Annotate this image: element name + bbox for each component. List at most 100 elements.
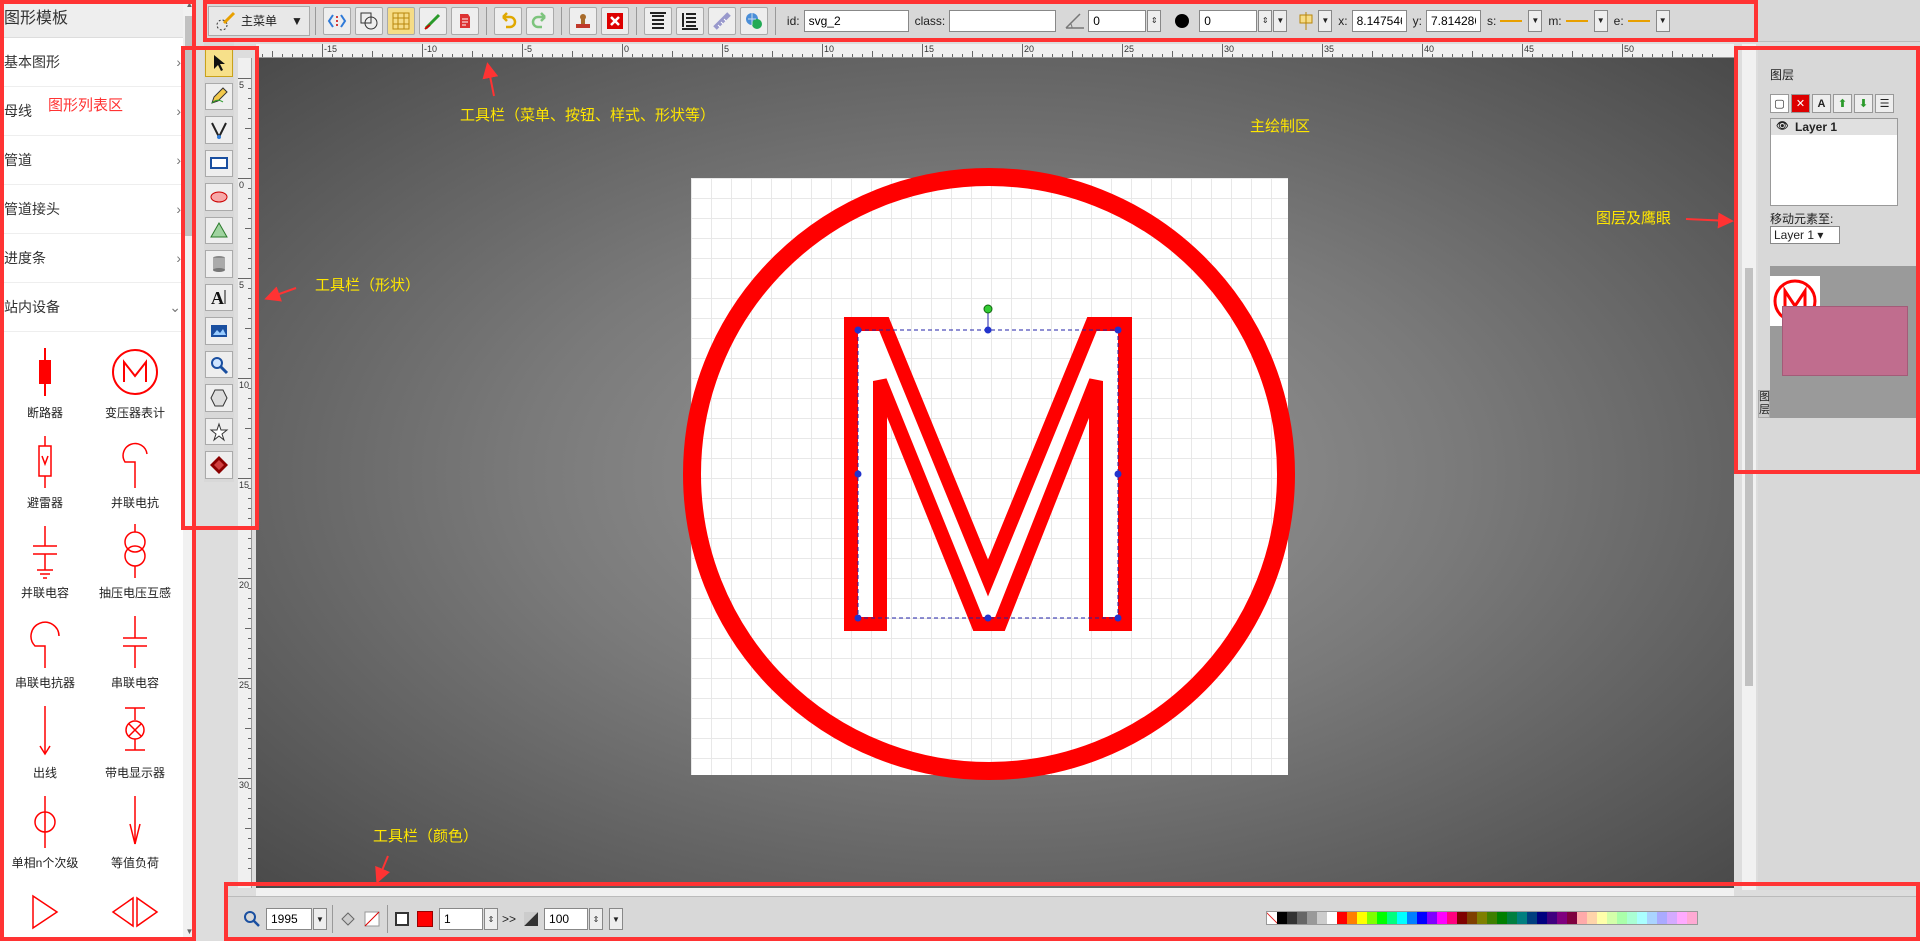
palette-swatch[interactable]	[1457, 912, 1467, 924]
rotate-handle[interactable]	[983, 304, 993, 314]
palette-swatch[interactable]	[1607, 912, 1617, 924]
wireframe-button[interactable]	[418, 6, 447, 35]
shape-single-phase-n-secondary[interactable]: 单相n个次级	[0, 792, 90, 882]
palette-swatch[interactable]	[1687, 912, 1697, 924]
palette-swatch[interactable]	[1447, 912, 1457, 924]
palette-swatch[interactable]	[1477, 912, 1487, 924]
rename-layer-icon[interactable]: A	[1812, 94, 1831, 113]
library-scrollbar[interactable]: ▲ ▼	[183, 0, 196, 941]
palette-swatch[interactable]	[1507, 912, 1517, 924]
palette-swatch[interactable]	[1367, 912, 1377, 924]
palette-swatch[interactable]	[1407, 912, 1417, 924]
blur-spinner[interactable]: ⇕	[1258, 9, 1273, 32]
move-to-bottom-button[interactable]	[675, 6, 704, 35]
stroke-width-input[interactable]	[439, 908, 483, 930]
category-basic-shapes[interactable]: 基本图形 ›	[0, 38, 195, 87]
link-button[interactable]	[739, 6, 768, 35]
no-color-swatch[interactable]	[1267, 912, 1277, 924]
delete-layer-icon[interactable]: ✕	[1791, 94, 1810, 113]
select-tool-button[interactable]	[205, 49, 233, 77]
palette-swatch[interactable]	[1637, 912, 1647, 924]
pencil-tool-button[interactable]	[205, 82, 233, 111]
angle-input[interactable]	[1088, 9, 1147, 32]
shape-library-button[interactable]	[354, 6, 383, 35]
star-tool-button[interactable]	[205, 417, 233, 446]
shape-series-reactor[interactable]: 串联电抗器	[0, 612, 90, 702]
palette-swatch[interactable]	[1497, 912, 1507, 924]
palette-swatch[interactable]	[1397, 912, 1407, 924]
palette-swatch[interactable]	[1627, 912, 1637, 924]
palette-swatch[interactable]	[1517, 912, 1527, 924]
redo-button[interactable]	[525, 6, 554, 35]
fill-bucket-icon[interactable]	[338, 909, 358, 929]
rectangle-tool-button[interactable]	[205, 149, 233, 178]
no-fill-icon[interactable]	[362, 909, 382, 929]
palette-swatch[interactable]	[1307, 912, 1317, 924]
mid-marker-dropdown[interactable]: ▼	[1593, 9, 1608, 32]
id-input[interactable]	[803, 9, 909, 32]
grid-toggle-button[interactable]	[386, 6, 415, 35]
category-station-equipment[interactable]: 站内设备 ⌄	[0, 283, 195, 332]
cylinder-tool-button[interactable]	[205, 250, 233, 278]
palette-swatch[interactable]	[1657, 912, 1667, 924]
palette-swatch[interactable]	[1377, 912, 1387, 924]
overview-viewport[interactable]	[1782, 306, 1908, 376]
palette-swatch[interactable]	[1667, 912, 1677, 924]
palette-swatch[interactable]	[1597, 912, 1607, 924]
eye-icon[interactable]: 👁	[1776, 119, 1789, 135]
text-tool-button[interactable]: A	[205, 283, 233, 312]
source-code-button[interactable]	[322, 6, 351, 35]
shapelib-tool-button[interactable]	[205, 451, 233, 479]
shape-triangle[interactable]	[0, 882, 90, 941]
palette-swatch[interactable]	[1287, 912, 1297, 924]
palette-swatch[interactable]	[1467, 912, 1477, 924]
stroke-width-spinner[interactable]: ⇕	[484, 908, 498, 930]
shape-series-capacitor[interactable]: 串联电容	[90, 612, 180, 702]
scroll-up-arrow-icon[interactable]: ▲	[183, 0, 196, 14]
triangle-tool-button[interactable]	[205, 216, 233, 245]
eagle-eye-overview[interactable]	[1770, 266, 1920, 418]
drawing-canvas[interactable]	[256, 58, 1734, 888]
opacity-spinner[interactable]: ⇕	[589, 908, 604, 930]
layer-up-icon[interactable]: ⬆	[1833, 94, 1852, 113]
shape-double-triangle[interactable]	[90, 882, 180, 941]
canvas-vertical-scrollbar[interactable]	[1742, 44, 1756, 890]
palette-swatch[interactable]	[1587, 912, 1597, 924]
end-marker-dropdown[interactable]: ▼	[1655, 9, 1670, 32]
x-coordinate-input[interactable]	[1351, 9, 1407, 32]
main-menu-button[interactable]: 主菜单 ▼	[208, 5, 310, 36]
category-pipe-joint[interactable]: 管道接头 ›	[0, 185, 195, 234]
palette-swatch[interactable]	[1437, 912, 1447, 924]
palette-swatch[interactable]	[1357, 912, 1367, 924]
start-marker-dropdown[interactable]: ▼	[1528, 9, 1543, 32]
shape-live-indicator[interactable]: 带电显示器	[90, 702, 180, 792]
palette-swatch[interactable]	[1557, 912, 1567, 924]
palette-swatch[interactable]	[1577, 912, 1587, 924]
palette-swatch[interactable]	[1677, 912, 1687, 924]
polygon-tool-button[interactable]	[205, 384, 233, 412]
shape-voltage-transformer[interactable]: 抽压电压互感	[90, 522, 180, 612]
palette-swatch[interactable]	[1317, 912, 1327, 924]
shape-shunt-capacitor[interactable]: 并联电容	[0, 522, 90, 612]
more-arrow[interactable]: >>	[502, 912, 516, 926]
opacity-input[interactable]	[544, 908, 589, 930]
opacity-dropdown[interactable]: ▼	[609, 908, 624, 930]
palette-swatch[interactable]	[1297, 912, 1307, 924]
y-coordinate-input[interactable]	[1425, 9, 1481, 32]
layers-tab[interactable]: 图层	[1758, 390, 1770, 418]
shape-arrester[interactable]: 避雷器	[0, 432, 90, 522]
stroke-color-swatch[interactable]	[417, 911, 433, 927]
zoom-tool-button[interactable]	[205, 350, 233, 379]
category-progress-bar[interactable]: 进度条 ›	[0, 234, 195, 283]
undo-button[interactable]	[493, 6, 522, 35]
palette-swatch[interactable]	[1327, 912, 1337, 924]
move-to-select[interactable]: Layer 1 ▾	[1770, 226, 1840, 244]
library-scroll-thumb[interactable]	[185, 16, 194, 236]
new-layer-icon[interactable]: ▢	[1770, 94, 1789, 113]
clear-button[interactable]	[450, 6, 479, 35]
angle-spinner[interactable]: ⇕	[1147, 9, 1162, 32]
palette-swatch[interactable]	[1647, 912, 1657, 924]
palette-swatch[interactable]	[1387, 912, 1397, 924]
palette-swatch[interactable]	[1277, 912, 1287, 924]
zoom-dropdown[interactable]: ▼	[313, 908, 327, 930]
